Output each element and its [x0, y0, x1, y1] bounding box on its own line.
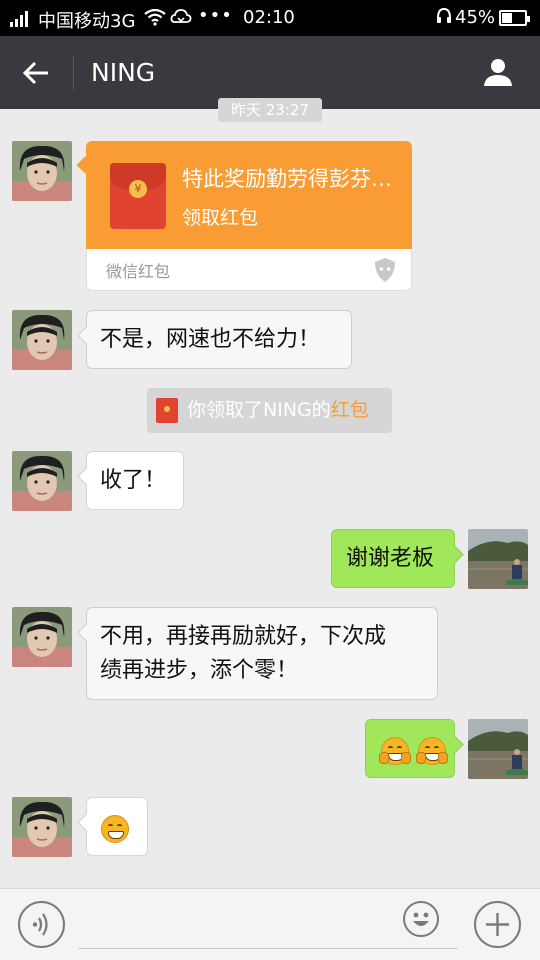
red-packet-card[interactable]: ¥ 特此奖励勤劳得彭芬… 领取红包 微信红包	[86, 141, 412, 291]
message-input[interactable]	[78, 899, 458, 949]
voice-icon	[20, 913, 63, 950]
red-envelope-icon	[156, 398, 178, 423]
red-packet-action: 领取红包	[182, 207, 259, 229]
header-divider	[73, 56, 74, 90]
fist-bump-emoji	[379, 737, 411, 765]
arrow-left-icon	[14, 52, 58, 94]
message-text: 谢谢老板	[346, 546, 435, 571]
chat-info-button[interactable]	[476, 52, 520, 94]
contact-avatar[interactable]	[12, 797, 72, 857]
emoji-button[interactable]	[403, 901, 439, 937]
more-button[interactable]	[474, 901, 521, 948]
message-text: 不用，再接再励就好，下次成	[100, 624, 387, 649]
self-avatar[interactable]	[468, 719, 528, 779]
self-avatar[interactable]	[468, 529, 528, 589]
message-bubble[interactable]	[86, 797, 148, 856]
plus-icon	[476, 913, 519, 950]
message-timestamp: 昨天 23:27	[218, 98, 322, 122]
grin-emoji	[101, 815, 129, 843]
message-text: 收了！	[100, 468, 167, 493]
signal-icon	[10, 11, 30, 27]
message-bubble-self[interactable]	[365, 719, 455, 778]
status-time: 02:10	[243, 7, 295, 28]
cloud-icon	[170, 7, 192, 30]
contact-avatar[interactable]	[12, 141, 72, 201]
person-icon	[476, 59, 520, 98]
contact-avatar[interactable]	[12, 607, 72, 667]
input-bar	[0, 888, 540, 960]
carrier-label: 中国移动3G	[38, 11, 136, 32]
message-bubble[interactable]: 不是，网速也不给力！	[86, 310, 352, 369]
fist-bump-emoji	[416, 737, 448, 765]
back-button[interactable]	[14, 52, 58, 94]
red-packet-link[interactable]: 红包	[331, 399, 369, 421]
message-text: 绩再进步，添个零！	[100, 658, 299, 683]
smiley-icon	[405, 912, 437, 939]
notice-text: 你领取了NING的	[187, 399, 331, 421]
red-envelope-icon: ¥	[110, 163, 166, 229]
chat-title: NING	[91, 58, 156, 87]
message-bubble[interactable]: 收了！	[86, 451, 184, 510]
voice-button[interactable]	[18, 901, 65, 948]
headset-icon	[436, 7, 452, 29]
message-text: 不是，网速也不给力！	[100, 327, 321, 352]
red-packet-body: ¥ 特此奖励勤劳得彭芬… 领取红包	[86, 141, 412, 249]
battery-icon	[499, 10, 530, 26]
system-notice: 你领取了NING的红包	[147, 388, 392, 433]
contact-avatar[interactable]	[12, 310, 72, 370]
message-bubble[interactable]: 不用，再接再励就好，下次成 绩再进步，添个零！	[86, 607, 438, 700]
status-bar: 中国移动3G ••• 02:10 45%	[0, 0, 540, 36]
message-bubble-self[interactable]: 谢谢老板	[331, 529, 455, 588]
battery-percent: 45%	[455, 7, 496, 28]
shield-icon	[373, 257, 397, 283]
red-packet-title: 特此奖励勤劳得彭芬…	[182, 167, 392, 191]
contact-avatar[interactable]	[12, 451, 72, 511]
wifi-icon	[144, 8, 166, 31]
more-notifications-icon: •••	[198, 5, 233, 26]
red-packet-footer: 微信红包	[86, 249, 412, 291]
red-packet-label: 微信红包	[106, 262, 171, 281]
